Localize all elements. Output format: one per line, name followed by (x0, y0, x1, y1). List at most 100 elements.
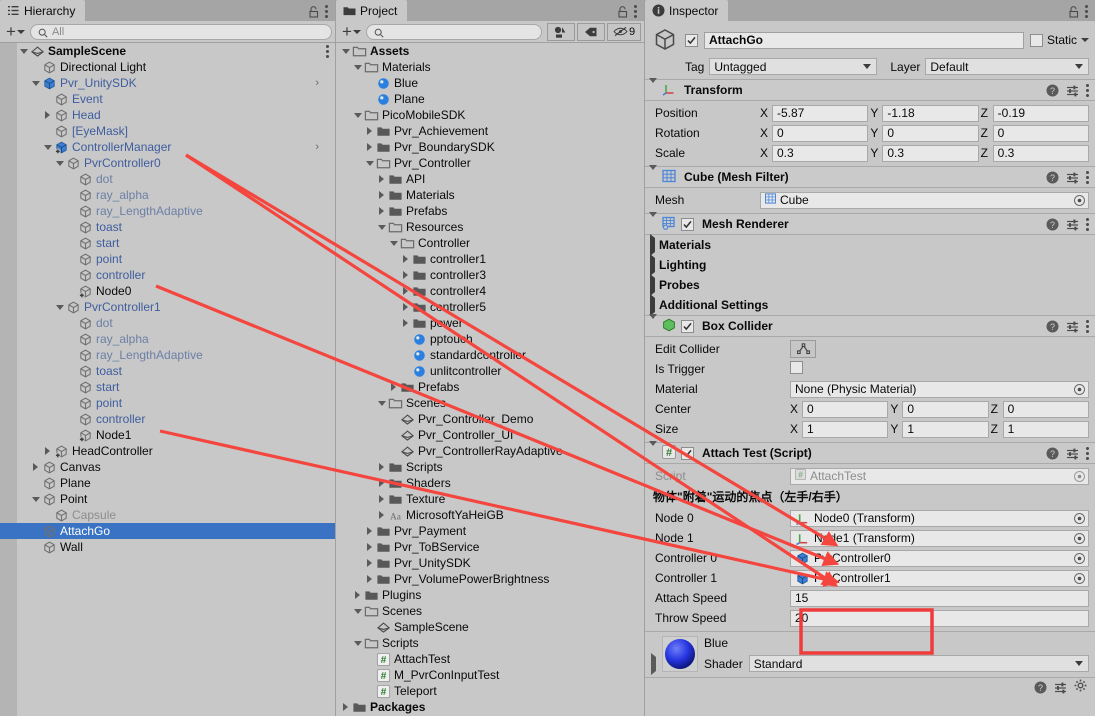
tree-row[interactable]: dot (0, 171, 335, 187)
project-search-input[interactable] (365, 23, 542, 40)
component-header-mesh-renderer[interactable]: Mesh Renderer ? (645, 213, 1095, 235)
tree-row[interactable]: Node0 (0, 283, 335, 299)
hierarchy-search-input[interactable]: All (29, 23, 332, 40)
component-header-mesh-filter[interactable]: Cube (Mesh Filter) ? (645, 166, 1095, 188)
gear-icon[interactable] (1074, 679, 1087, 695)
tree-row[interactable]: Aa MicrosoftYaHeiGB (336, 507, 644, 523)
tree-row[interactable]: # M_PvrConInputTest (336, 667, 644, 683)
help-icon[interactable]: ? (1046, 218, 1059, 231)
field-z-input[interactable]: 1 (1002, 420, 1089, 438)
tree-row[interactable]: Pvr_Controller_Demo (336, 411, 644, 427)
preset-icon[interactable] (1066, 171, 1079, 184)
help-icon[interactable]: ? (1046, 84, 1059, 97)
tree-row[interactable]: controller (0, 267, 335, 283)
chevron-down-icon[interactable] (352, 107, 363, 123)
component-menu-icon[interactable] (1086, 83, 1089, 97)
lock-icon[interactable] (308, 5, 319, 18)
tree-row[interactable]: Prefabs (336, 379, 644, 395)
field-x-input[interactable]: 1 (802, 420, 889, 438)
tree-row[interactable]: Scenes (336, 603, 644, 619)
tree-row[interactable]: AttachGo (0, 523, 335, 539)
tab-project[interactable]: Project (336, 0, 408, 21)
chevron-right-icon[interactable] (352, 587, 363, 603)
tree-row[interactable]: toast (0, 219, 335, 235)
tree-row[interactable]: point (0, 251, 335, 267)
field-y-input[interactable]: -1.18 (882, 104, 979, 122)
preset-icon[interactable] (1066, 320, 1079, 333)
field-z-input[interactable]: 0 (1002, 400, 1089, 418)
chevron-down-icon[interactable] (352, 603, 363, 619)
chevron-right-icon[interactable] (340, 699, 351, 715)
chevron-right-icon[interactable] (400, 267, 411, 283)
help-icon[interactable]: ? (1034, 681, 1047, 694)
tree-row[interactable]: Directional Light (0, 59, 335, 75)
chevron-right-icon[interactable] (376, 507, 387, 523)
tag-dropdown[interactable]: Untagged (709, 58, 878, 75)
tree-row[interactable]: Pvr_Achievement (336, 123, 644, 139)
chevron-right-icon[interactable] (376, 459, 387, 475)
field-y-input[interactable]: 0.3 (882, 144, 979, 162)
field-z-input[interactable]: 0 (992, 124, 1089, 142)
field-x-input[interactable]: -5.87 (772, 104, 869, 122)
lock-icon[interactable] (1068, 5, 1079, 18)
tree-row[interactable]: Event (0, 91, 335, 107)
hierarchy-menu-icon[interactable] (325, 5, 328, 18)
tree-row[interactable]: Capsule (0, 507, 335, 523)
chevron-down-icon[interactable] (54, 155, 65, 171)
component-header-box-collider[interactable]: Box Collider ? (645, 315, 1095, 337)
foldout-row[interactable]: Probes (645, 275, 1095, 295)
object-picker-icon[interactable] (1074, 194, 1085, 206)
filter-by-type-button[interactable] (547, 22, 575, 41)
chevron-down-icon[interactable] (649, 170, 657, 184)
inspector-menu-icon[interactable] (1085, 5, 1088, 18)
chevron-right-icon[interactable] (364, 571, 375, 587)
component-header-attach-test[interactable]: # Attach Test (Script) ? (645, 442, 1095, 464)
object-field[interactable]: Node0 (Transform) (790, 509, 1089, 527)
chevron-right-icon[interactable] (364, 123, 375, 139)
mesh-object-field[interactable]: Cube (760, 191, 1089, 209)
field-z-input[interactable]: -0.19 (992, 104, 1089, 122)
foldout-row[interactable]: Materials (645, 235, 1095, 255)
object-picker-icon[interactable] (1074, 572, 1085, 584)
static-checkbox[interactable] (1029, 33, 1043, 47)
tree-row[interactable]: Canvas (0, 459, 335, 475)
tree-row[interactable]: Resources (336, 219, 644, 235)
tab-inspector[interactable]: Inspector (645, 0, 729, 21)
field-y-input[interactable]: 0 (902, 400, 989, 418)
tree-row[interactable]: # AttachTest (336, 651, 644, 667)
tree-row[interactable]: toast (0, 363, 335, 379)
tab-hierarchy[interactable]: Hierarchy (0, 0, 86, 21)
chevron-right-icon[interactable] (400, 283, 411, 299)
tree-row[interactable]: Scenes (336, 395, 644, 411)
tree-row[interactable]: Texture (336, 491, 644, 507)
prefab-open-chevron-icon[interactable]: › (315, 141, 335, 153)
tree-row[interactable]: ray_LengthAdaptive (0, 347, 335, 363)
chevron-right-icon[interactable] (42, 107, 53, 123)
mesh-renderer-enabled-checkbox[interactable] (681, 217, 694, 231)
hidden-packages-button[interactable]: 9 (607, 22, 641, 41)
tree-row[interactable]: API (336, 171, 644, 187)
tree-row[interactable]: Pvr_UnitySDK (336, 555, 644, 571)
object-field[interactable]: PvrController0 (790, 549, 1089, 567)
chevron-down-icon[interactable] (649, 217, 657, 231)
component-header-transform[interactable]: Transform ? (645, 79, 1095, 101)
chevron-right-icon[interactable] (400, 251, 411, 267)
tree-row[interactable]: unlitcontroller (336, 363, 644, 379)
object-enabled-checkbox[interactable] (685, 33, 698, 47)
static-chevron-down-icon[interactable] (1081, 38, 1089, 42)
tree-row[interactable]: Prefabs (336, 203, 644, 219)
tree-row[interactable]: Shaders (336, 475, 644, 491)
scene-menu-icon[interactable] (325, 44, 335, 58)
chevron-right-icon[interactable] (650, 258, 655, 272)
tree-row[interactable]: SampleScene (0, 43, 335, 59)
chevron-right-icon[interactable] (376, 203, 387, 219)
chevron-right-icon[interactable] (376, 187, 387, 203)
chevron-down-icon[interactable] (364, 155, 375, 171)
help-icon[interactable]: ? (1046, 171, 1059, 184)
help-icon[interactable]: ? (1046, 320, 1059, 333)
tree-row[interactable]: standardcontroller (336, 347, 644, 363)
field-x-input[interactable]: 0 (802, 400, 889, 418)
component-menu-icon[interactable] (1086, 217, 1089, 231)
tree-row[interactable]: PicoMobileSDK (336, 107, 644, 123)
chevron-down-icon[interactable] (649, 319, 657, 333)
